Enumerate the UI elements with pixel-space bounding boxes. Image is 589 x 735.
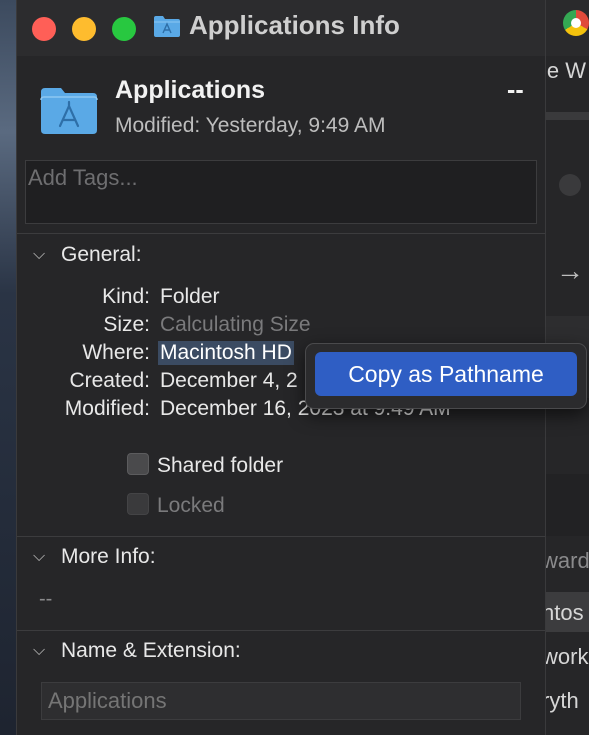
locked-checkbox[interactable]: Locked bbox=[127, 493, 225, 518]
copy-as-pathname-menu-item[interactable]: Copy as Pathname bbox=[315, 352, 577, 396]
folder-icon bbox=[40, 88, 98, 134]
kind-value: Folder bbox=[160, 285, 220, 308]
background-text: ntos bbox=[542, 600, 584, 625]
checkbox-icon[interactable] bbox=[127, 493, 149, 515]
tags-field[interactable]: Add Tags... bbox=[25, 160, 537, 224]
created-value: December 4, 2 bbox=[160, 369, 298, 392]
chevron-down-icon: ⌵ bbox=[33, 246, 46, 263]
name-input[interactable] bbox=[42, 683, 520, 719]
info-row-size: Size: Calculating Size bbox=[17, 313, 545, 341]
section-name-extension-label: Name & Extension: bbox=[61, 639, 241, 662]
locked-label: Locked bbox=[157, 494, 225, 517]
where-label: Where: bbox=[82, 341, 150, 364]
size-value: Calculating Size bbox=[160, 313, 311, 336]
size-label: Size: bbox=[103, 313, 150, 336]
more-info-value: -- bbox=[39, 588, 53, 610]
where-value[interactable]: Macintosh HD bbox=[158, 341, 294, 365]
created-label: Created: bbox=[69, 369, 150, 392]
divider bbox=[17, 536, 545, 537]
background-circle bbox=[559, 174, 581, 196]
minimize-button[interactable] bbox=[72, 17, 96, 41]
divider bbox=[17, 233, 545, 234]
divider bbox=[17, 630, 545, 631]
close-button[interactable] bbox=[32, 17, 56, 41]
section-general[interactable]: ⌵ General: bbox=[33, 243, 142, 267]
section-more-info[interactable]: ⌵ More Info: bbox=[33, 545, 156, 569]
item-size: -- bbox=[507, 76, 524, 104]
shared-folder-label: Shared folder bbox=[157, 454, 284, 477]
info-row-kind: Kind: Folder bbox=[17, 285, 545, 313]
modified-label: Modified: bbox=[64, 397, 150, 420]
arrow-right-icon[interactable]: → bbox=[556, 255, 584, 287]
context-menu: Copy as Pathname bbox=[305, 343, 587, 409]
chevron-down-icon: ⌵ bbox=[33, 642, 46, 659]
section-name-extension[interactable]: ⌵ Name & Extension: bbox=[33, 639, 241, 663]
chrome-icon[interactable] bbox=[563, 10, 589, 36]
checkbox-icon[interactable] bbox=[127, 453, 149, 475]
name-field[interactable] bbox=[41, 682, 521, 720]
section-general-label: General: bbox=[61, 243, 142, 266]
item-name: Applications bbox=[115, 76, 266, 104]
info-header: Applications -- Modified: Yesterday, 9:4… bbox=[17, 56, 545, 156]
background-text: work bbox=[542, 644, 589, 669]
background-text: ryth bbox=[542, 688, 579, 713]
item-modified: Modified: Yesterday, 9:49 AM bbox=[115, 114, 386, 137]
shared-folder-checkbox[interactable]: Shared folder bbox=[127, 453, 283, 478]
folder-icon bbox=[154, 16, 180, 37]
kind-label: Kind: bbox=[102, 285, 150, 308]
window-title: Applications Info bbox=[189, 10, 400, 40]
tags-placeholder: Add Tags... bbox=[28, 165, 138, 190]
zoom-button[interactable] bbox=[112, 17, 136, 41]
chevron-down-icon: ⌵ bbox=[33, 548, 46, 565]
background-text: le W bbox=[542, 58, 586, 83]
section-more-info-label: More Info: bbox=[61, 545, 156, 568]
title-bar[interactable]: Applications Info bbox=[17, 0, 545, 56]
background-text: ward bbox=[542, 548, 589, 573]
